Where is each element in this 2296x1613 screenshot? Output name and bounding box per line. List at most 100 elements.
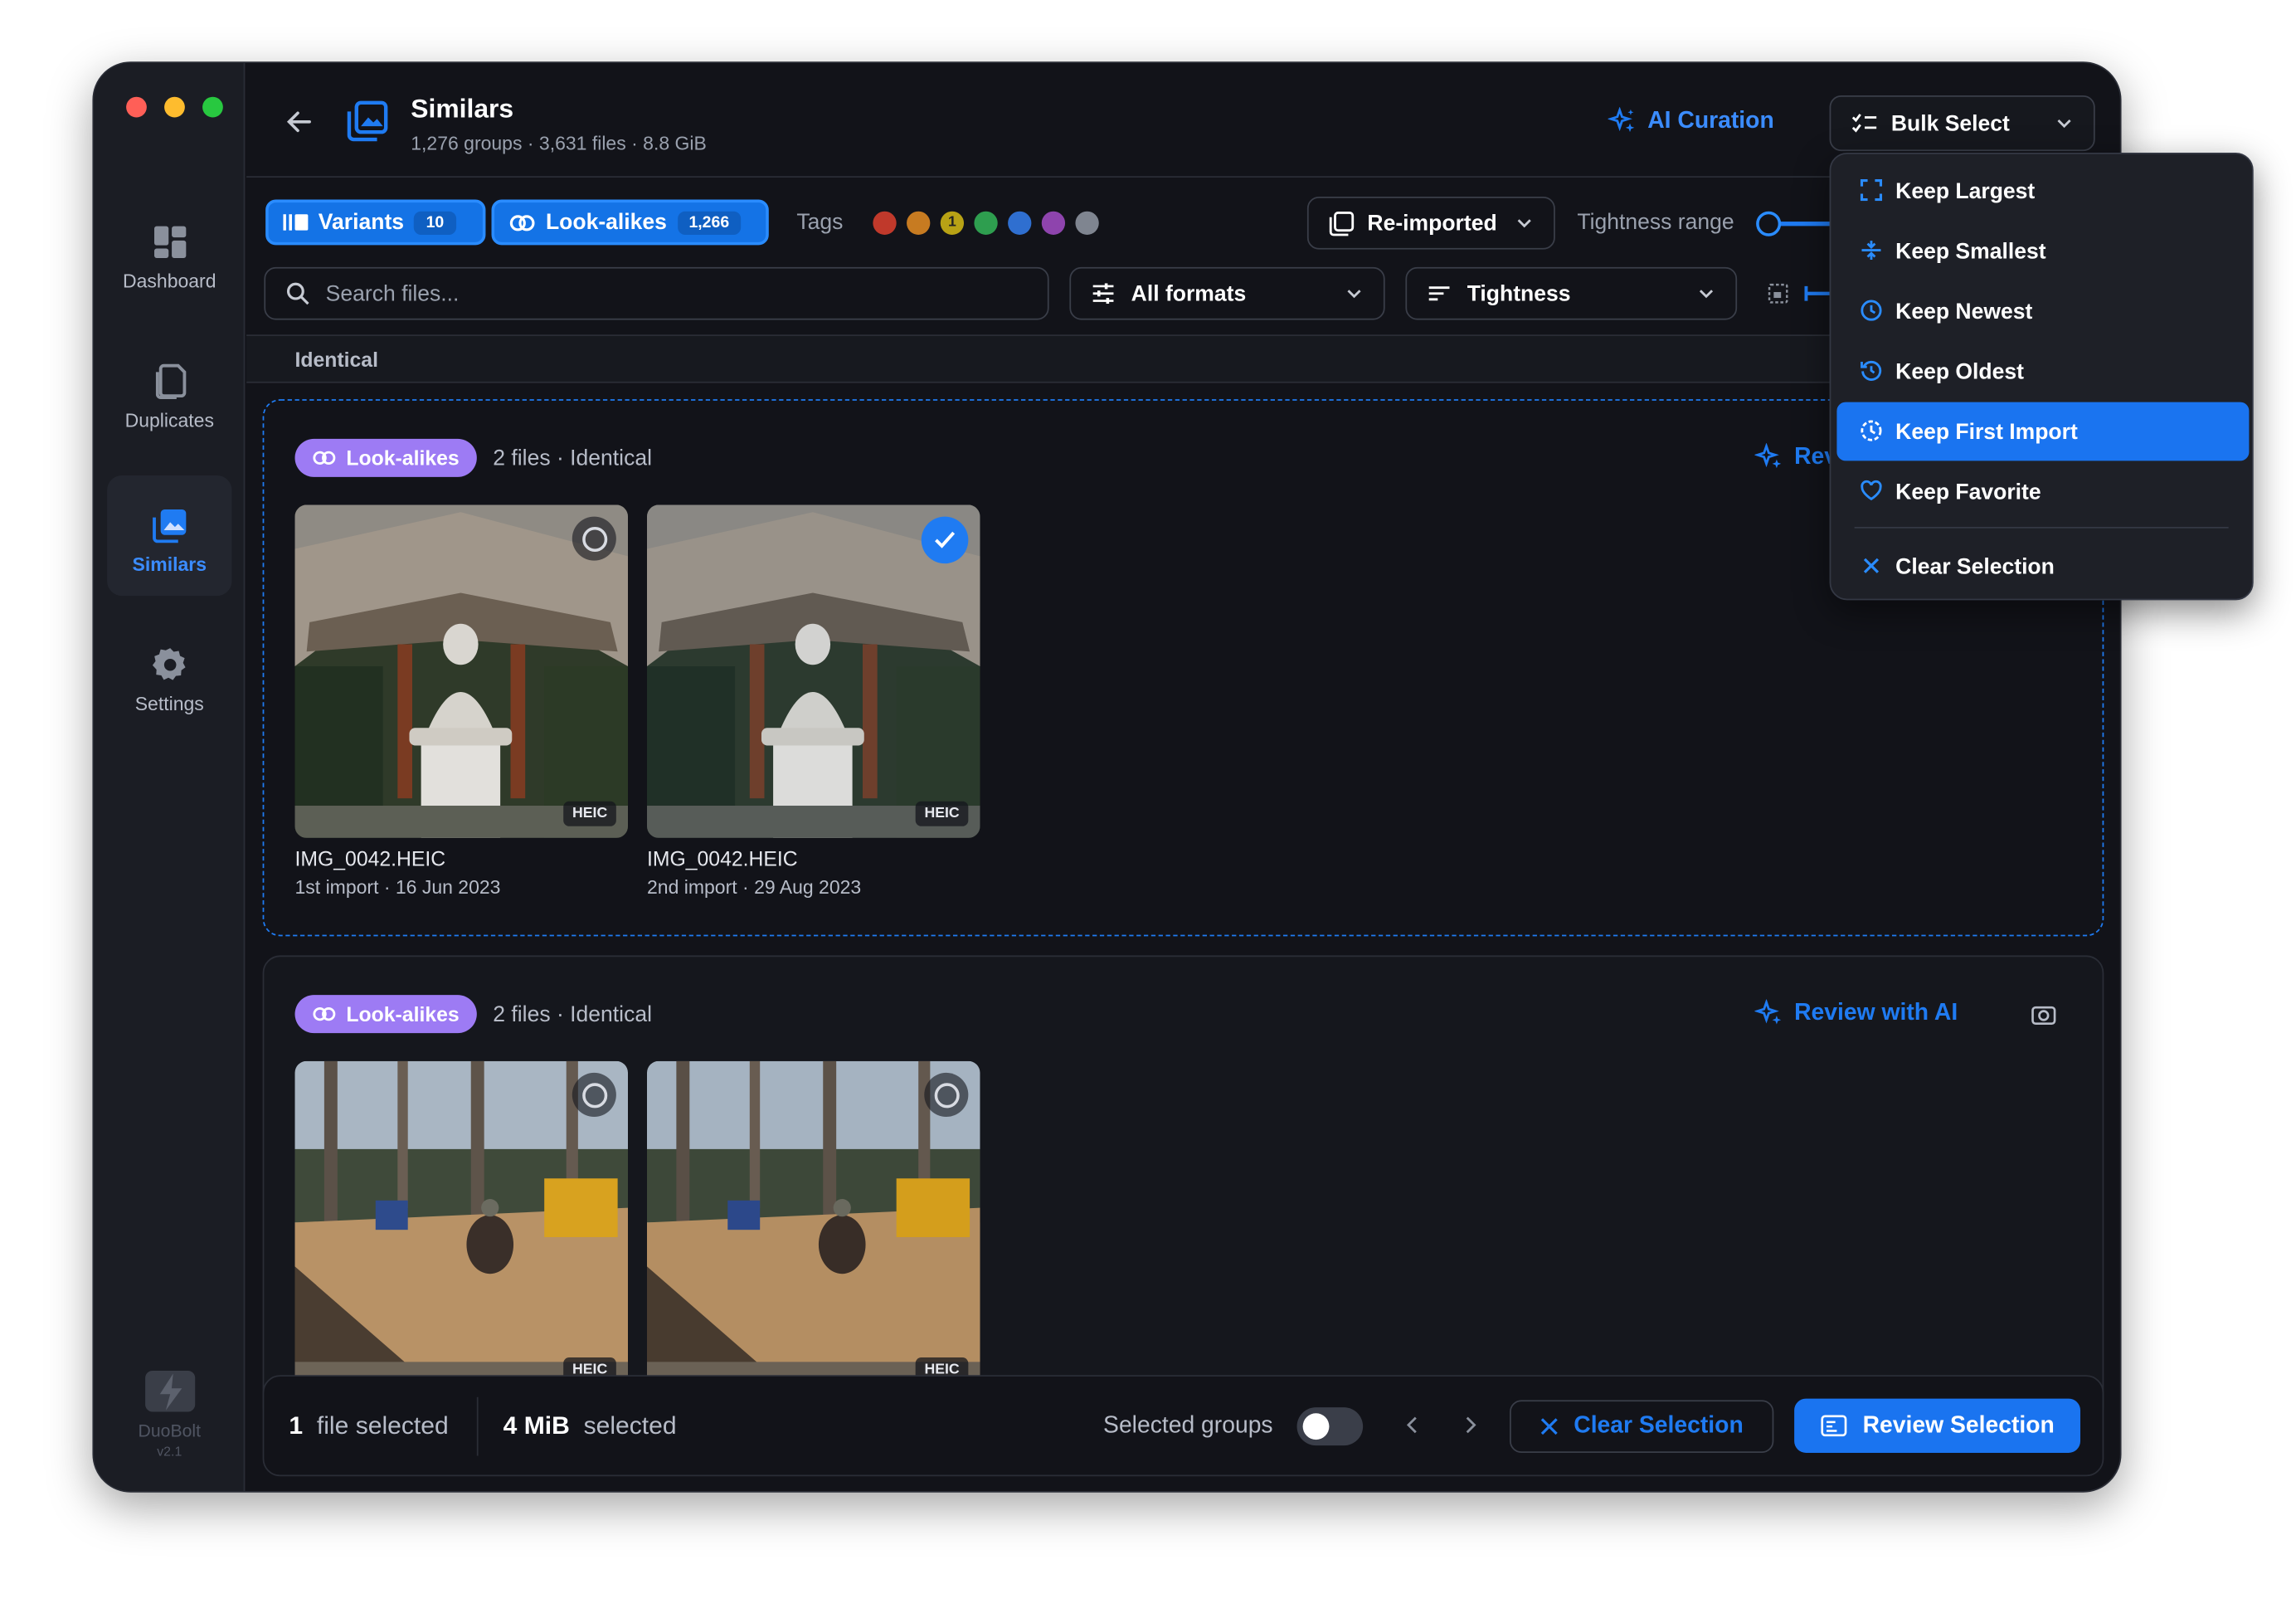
sidebar-item-dashboard[interactable]: Dashboard [107,192,231,313]
heart-icon [1861,480,1882,501]
selected-groups-toggle[interactable] [1296,1407,1364,1446]
photo-thumbnail[interactable]: HEIC [294,1060,629,1395]
sparkles-icon [1754,999,1782,1025]
menu-item-label: Keep Favorite [1895,479,2041,504]
brand: DuoBolt v2.1 [94,1367,245,1459]
group-type-label: Look-alikes [346,1002,460,1026]
clear-selection-button[interactable]: Clear Selection [1509,1400,1774,1454]
bulk-select-label: Bulk Select [1890,110,2010,136]
menu-item-label: Keep First Import [1895,418,2078,445]
select-toggle[interactable] [924,1072,969,1117]
duplicates-icon [155,363,186,399]
street-scene-photo [646,1060,980,1395]
tag-color-dot[interactable] [974,211,998,235]
file-name: IMG_0042.HEIC [646,846,798,870]
selected-size-value: 4 MiB [503,1411,570,1440]
bulk-select-button[interactable]: Bulk Select [1829,95,2095,152]
selected-size-summary: 4 MiB selected [503,1411,677,1440]
photo-thumbnail[interactable]: HEIC [646,504,980,838]
chevron-down-icon [2057,119,2071,129]
back-arrow-icon[interactable] [285,107,314,136]
lookalikes-icon [509,214,535,231]
app-window: Dashboard Duplicates Similars Settings D… [92,61,2122,1493]
brand-name: DuoBolt [138,1421,202,1441]
sidebar-item-settings[interactable]: Settings [107,615,231,735]
menu-item-label: Keep Newest [1895,298,2033,324]
menu-item-keep-first-import[interactable]: Keep First Import [1836,402,2250,461]
review-selection-button[interactable]: Review Selection [1794,1398,2081,1454]
select-toggle[interactable] [572,1072,616,1117]
selected-files-count: 1 [289,1411,304,1440]
checklist-icon [1851,114,1877,133]
menu-item-keep-oldest[interactable]: Keep Oldest [1836,342,2249,401]
sidebar-item-duplicates[interactable]: Duplicates [107,332,231,452]
zoom-window-button[interactable] [202,96,223,118]
selected-checkmark[interactable] [921,516,969,564]
format-badge: HEIC [563,801,616,826]
select-toggle[interactable] [572,516,616,561]
minimize-window-button[interactable] [164,96,185,118]
review-with-ai-label: Review with AI [1794,1001,1958,1026]
formats-dropdown[interactable]: All formats [1069,266,1385,320]
menu-item-keep-favorite[interactable]: Keep Favorite [1836,462,2249,521]
menu-item-keep-newest[interactable]: Keep Newest [1836,282,2249,341]
chevron-right-icon[interactable] [1460,1415,1481,1435]
lookalikes-toggle[interactable]: Look-alikes 1,266 [491,199,769,246]
menu-item-label: Keep Smallest [1895,238,2046,264]
file-import-info: 1st import · 16 Jun 2023 [294,875,501,899]
menu-item-keep-largest[interactable]: Keep Largest [1836,162,2249,221]
tightness-slider-handle[interactable] [1756,211,1782,236]
search-icon [286,282,309,305]
group-meta: 2 files · Identical [493,446,652,471]
variants-count: 10 [414,210,456,235]
sidebar-item-similars[interactable]: Similars [107,475,232,597]
selected-size-label: selected [583,1411,677,1440]
camera-icon[interactable] [2031,1002,2057,1029]
checkmark-icon [935,531,956,548]
menu-item-clear-selection[interactable]: Clear Selection [1836,537,2249,596]
ai-curation-button[interactable]: AI Curation [1608,107,1774,136]
review-icon [1820,1415,1846,1437]
chevron-down-icon [1699,290,1714,299]
tag-color-dot[interactable] [873,211,897,235]
tightness-range-label: Tightness range [1577,209,1734,235]
selection-bar: 1 file selected 4 MiB selected Selected … [262,1375,2104,1477]
divider [476,1396,479,1456]
range-slider-icon[interactable] [1804,285,1831,302]
lookalikes-icon [313,1007,336,1021]
photo-thumbnail[interactable]: HEIC [646,1060,980,1395]
similar-group[interactable]: Look-alikes 2 files · Identical Review w… [262,399,2104,937]
menu-item-keep-smallest[interactable]: Keep Smallest [1836,222,2249,280]
photo-thumbnail[interactable]: HEIC [294,504,629,838]
tag-color-dot[interactable]: 1 [940,211,965,235]
tag-color-dot[interactable] [1075,211,1099,235]
first-import-clock-icon [1861,420,1882,441]
close-window-button[interactable] [126,96,147,118]
chevron-down-icon [1517,219,1531,228]
similar-group[interactable]: Look-alikes 2 files · Identical Review w… [262,955,2104,1425]
tightness-dropdown[interactable]: Tightness [1405,266,1738,320]
formats-label: All formats [1131,280,1247,306]
group-type-badge: Look-alikes [294,438,477,477]
variants-toggle[interactable]: Variants 10 [265,199,486,246]
compact-view-icon[interactable] [1767,282,1790,305]
brand-version: v2.1 [157,1444,182,1459]
page-title: Similars [411,94,514,124]
street-scene-photo [294,1060,629,1395]
format-badge: HEIC [915,801,969,826]
menu-item-label: Keep Largest [1895,178,2036,203]
tag-color-dot[interactable] [1008,211,1032,235]
chevron-left-icon[interactable] [1403,1415,1423,1435]
history-icon [1861,360,1882,381]
reimported-dropdown[interactable]: Re-imported [1306,197,1555,250]
tag-color-dot[interactable] [1041,211,1066,235]
tag-color-dot[interactable] [907,211,931,235]
variants-label: Variants [318,209,405,235]
search-input[interactable]: Search files... [264,266,1049,320]
variants-icon [283,214,309,231]
group-type-badge: Look-alikes [294,995,477,1034]
bulk-select-menu: Keep Largest Keep Smallest Keep Newest K… [1829,152,2254,601]
review-with-ai-button[interactable]: Review with AI [1754,999,1958,1028]
selected-files-label: file selected [316,1411,449,1440]
lookalikes-label: Look-alikes [545,209,667,235]
